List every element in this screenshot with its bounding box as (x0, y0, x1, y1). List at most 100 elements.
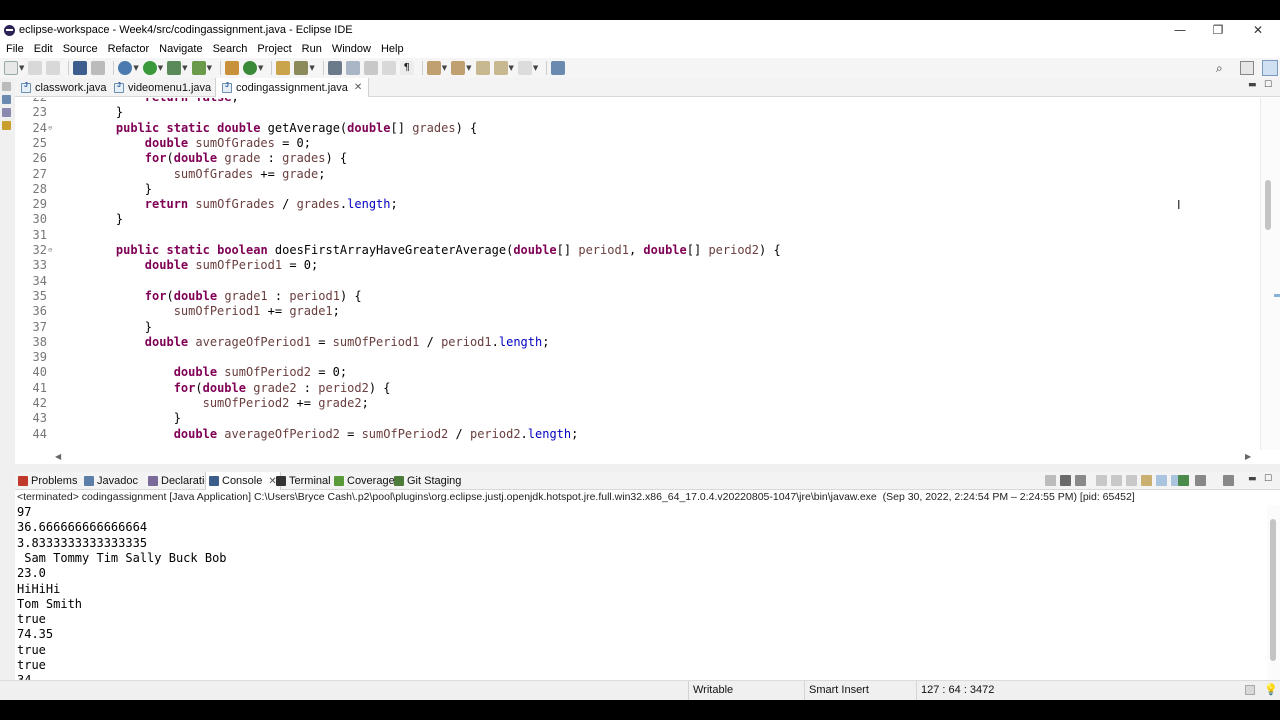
tab-terminal[interactable]: Terminal (273, 472, 334, 490)
word-wrap-icon[interactable] (381, 61, 396, 75)
tip-lightbulb-icon[interactable]: 💡 (1264, 683, 1278, 696)
close-button[interactable]: ✕ (1240, 20, 1276, 40)
scrollbar-thumb[interactable] (1270, 519, 1276, 661)
code-line[interactable]: 24 ⊖ public static double getAverage(doub… (15, 121, 1260, 136)
maximize-view-icon[interactable]: ☐ (1264, 474, 1272, 484)
close-icon[interactable]: ✕ (354, 82, 362, 93)
maximize-editor-icon[interactable]: ☐ (1264, 80, 1272, 90)
scroll-left-icon[interactable]: ◀ (55, 452, 61, 461)
tab-javadoc[interactable]: Javadoc (81, 472, 141, 490)
code-line[interactable]: 41 for(double grade2 : period2) { (15, 381, 1260, 396)
code-line[interactable]: 38 double averageOfPeriod1 = sumOfPeriod… (15, 335, 1260, 350)
code-line[interactable]: 44 double averageOfPeriod2 = sumOfPeriod… (15, 427, 1260, 442)
skip-breakpoints-icon[interactable] (91, 61, 106, 75)
minimize-editor-icon[interactable]: ▬ (1248, 80, 1257, 90)
chevron-down-icon[interactable]: ▼ (509, 64, 514, 72)
code-line[interactable]: 29 return sumOfGrades / grades.length; (15, 197, 1260, 212)
code-line[interactable]: 32 ⊖ public static boolean doesFirstArray… (15, 243, 1260, 258)
console-menu-icon[interactable] (1223, 475, 1234, 486)
code-editor[interactable]: 22 return false;23 }24⊖ public static do… (15, 98, 1260, 450)
code-line[interactable]: 39 (15, 350, 1260, 365)
code-line[interactable]: 42 sumOfPeriod2 += grade2; (15, 396, 1260, 411)
editor-horizontal-scrollbar[interactable]: ◀ ▶ (55, 452, 1260, 464)
forward-icon[interactable] (517, 61, 532, 75)
display-console-icon[interactable] (1178, 475, 1189, 486)
code-line[interactable]: 28 } (15, 182, 1260, 197)
clear-console-icon[interactable] (1096, 475, 1107, 486)
show-stdout-icon[interactable] (1141, 475, 1152, 486)
show-whitespace-icon[interactable]: ¶ (399, 61, 414, 75)
fold-toggle-icon[interactable]: ⊖ (48, 121, 52, 136)
open-type-icon[interactable] (276, 61, 291, 75)
last-edit-location-icon[interactable] (475, 61, 490, 75)
menu-search[interactable]: Search (209, 43, 252, 55)
scroll-lock-icon[interactable] (1111, 475, 1122, 486)
terminate-icon[interactable] (1045, 475, 1056, 486)
menu-window[interactable]: Window (328, 43, 375, 55)
scroll-right-icon[interactable]: ▶ (1245, 452, 1251, 461)
chevron-down-icon[interactable]: ▼ (533, 64, 538, 72)
code-line[interactable]: 40 double sumOfPeriod2 = 0; (15, 365, 1260, 380)
chevron-down-icon[interactable]: ▼ (258, 64, 263, 72)
code-line[interactable]: 31 (15, 228, 1260, 243)
console-output[interactable]: 97 36.666666666666664 3.8333333333333335 S… (15, 505, 1265, 693)
back-icon[interactable] (493, 61, 508, 75)
new-java-project-icon[interactable] (224, 61, 239, 75)
type-hierarchy-icon[interactable] (2, 121, 11, 130)
code-line[interactable]: 23 } (15, 105, 1260, 120)
coverage-icon[interactable] (167, 61, 182, 75)
save-icon[interactable] (28, 61, 43, 75)
console-vertical-scrollbar[interactable] (1267, 505, 1280, 693)
progress-icon[interactable] (1245, 685, 1255, 695)
menu-navigate[interactable]: Navigate (155, 43, 206, 55)
tab-problems[interactable]: Problems (15, 472, 80, 490)
restore-view-icon[interactable] (2, 82, 11, 91)
package-explorer-icon[interactable] (2, 95, 11, 104)
new-class-icon[interactable] (242, 61, 257, 75)
code-line[interactable]: 30 } (15, 212, 1260, 227)
open-console-icon[interactable] (1195, 475, 1206, 486)
run-icon[interactable] (142, 61, 157, 75)
menu-run[interactable]: Run (298, 43, 326, 55)
code-line[interactable]: 26 for(double grade : grades) { (15, 151, 1260, 166)
search-icon[interactable]: ⌕ (1216, 61, 1223, 76)
pin-editor-icon[interactable] (551, 61, 566, 75)
code-line[interactable]: 43 } (15, 411, 1260, 426)
toggle-breadcrumb-icon[interactable] (327, 61, 342, 75)
java-perspective-icon[interactable] (1262, 60, 1278, 76)
code-line[interactable]: 37 } (15, 320, 1260, 335)
chevron-down-icon[interactable]: ▼ (158, 64, 163, 72)
tab-console[interactable]: Console ✕ (205, 472, 281, 490)
chevron-down-icon[interactable]: ▼ (466, 64, 471, 72)
code-line[interactable]: 35 for(double grade1 : period1) { (15, 289, 1260, 304)
code-line[interactable]: 33 double sumOfPeriod1 = 0; (15, 258, 1260, 273)
block-selection-icon[interactable] (363, 61, 378, 75)
chevron-down-icon[interactable]: ▼ (309, 64, 314, 72)
menu-refactor[interactable]: Refactor (104, 43, 154, 55)
fold-toggle-icon[interactable]: ⊖ (48, 243, 52, 258)
menu-project[interactable]: Project (253, 43, 295, 55)
code-line[interactable]: 34 (15, 274, 1260, 289)
open-perspective-icon[interactable] (1240, 61, 1254, 75)
menu-source[interactable]: Source (59, 43, 102, 55)
debug-icon[interactable] (118, 61, 133, 75)
chevron-down-icon[interactable]: ▼ (442, 64, 447, 72)
chevron-down-icon[interactable]: ▼ (182, 64, 187, 72)
menu-edit[interactable]: Edit (30, 43, 57, 55)
chevron-down-icon[interactable]: ▼ (133, 64, 138, 72)
outline-icon[interactable] (2, 108, 11, 117)
editor-vertical-scrollbar[interactable] (1260, 98, 1280, 450)
tab-git-staging[interactable]: Git Staging (391, 472, 464, 490)
chevron-down-icon[interactable]: ▼ (19, 64, 24, 72)
word-wrap-icon[interactable] (1126, 475, 1137, 486)
tab-classwork-java[interactable]: classwork.java (15, 78, 113, 97)
remove-all-terminated-icon[interactable] (1075, 475, 1086, 486)
status-insert-mode[interactable]: Smart Insert (804, 681, 914, 700)
menu-file[interactable]: File (2, 43, 28, 55)
code-line[interactable]: 22 return false; (15, 98, 1260, 105)
show-stderr-icon[interactable] (1156, 475, 1167, 486)
minimize-view-icon[interactable]: ▬ (1248, 474, 1257, 484)
next-annotation-icon[interactable] (426, 61, 441, 75)
code-line[interactable]: 27 sumOfGrades += grade; (15, 167, 1260, 182)
remove-launch-icon[interactable] (1060, 475, 1071, 486)
